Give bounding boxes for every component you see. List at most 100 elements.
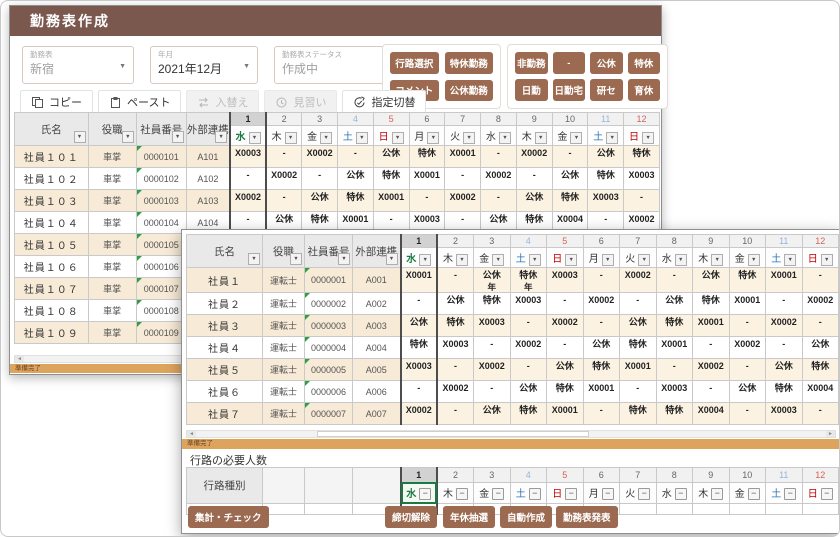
- filter-dropdown-button[interactable]: ▼: [638, 254, 650, 266]
- employee-id-cell[interactable]: 0000005: [305, 359, 353, 381]
- horizontal-scrollbar[interactable]: ◄ ►: [186, 430, 836, 438]
- filter-dropdown-button[interactable]: ▼: [642, 132, 654, 144]
- filter-dropdown-button[interactable]: ▼: [675, 254, 687, 266]
- shift-cell[interactable]: 特休: [656, 403, 693, 425]
- shift-cell[interactable]: 公休: [474, 403, 511, 425]
- filter-dropdown-button[interactable]: ▼: [419, 254, 431, 266]
- employee-role-cell[interactable]: 運転士: [263, 337, 305, 359]
- filter-dropdown-button[interactable]: ▼: [711, 254, 723, 266]
- shift-cell[interactable]: X0001: [729, 293, 766, 315]
- shift-cell[interactable]: -: [656, 359, 693, 381]
- filter-dropdown-button[interactable]: ▼: [290, 253, 302, 265]
- filter-dropdown-button[interactable]: ▼: [392, 132, 404, 144]
- shift-cell[interactable]: 公休: [302, 190, 338, 212]
- collapse-toggle[interactable]: −: [602, 488, 614, 500]
- filter-dropdown-button[interactable]: ▼: [386, 253, 398, 265]
- shift-cell[interactable]: -: [474, 381, 511, 403]
- filter-dropdown-button[interactable]: ▼: [74, 131, 86, 143]
- employee-name-cell[interactable]: 社員１: [187, 268, 263, 293]
- shift-cell[interactable]: -: [729, 359, 766, 381]
- employee-id-cell[interactable]: 0000109: [136, 322, 186, 344]
- shift-cell[interactable]: -: [337, 146, 373, 168]
- shift-cell[interactable]: X0002: [766, 315, 803, 337]
- employee-role-cell[interactable]: 運転士: [263, 315, 305, 337]
- shift-cell[interactable]: -: [620, 293, 657, 315]
- shift-cell[interactable]: -: [583, 403, 620, 425]
- external-id-cell[interactable]: A006: [353, 381, 401, 403]
- employee-id-cell[interactable]: 0000003: [305, 315, 353, 337]
- employee-id-cell[interactable]: 0000007: [305, 403, 353, 425]
- shift-cell[interactable]: 公休: [693, 268, 730, 293]
- shift-cell[interactable]: 特休: [656, 315, 693, 337]
- shift-cell[interactable]: 公休: [802, 337, 839, 359]
- scrollbar-thumb[interactable]: [317, 431, 589, 437]
- shift-cell[interactable]: X0003: [588, 190, 624, 212]
- filter-dropdown-button[interactable]: ▼: [248, 253, 260, 265]
- shift-cell[interactable]: 公休: [510, 381, 547, 403]
- employee-role-cell[interactable]: 運転士: [263, 293, 305, 315]
- shift-cell[interactable]: X0002: [547, 315, 584, 337]
- shift-cell[interactable]: 公休: [729, 381, 766, 403]
- shift-cell[interactable]: 公休: [547, 359, 584, 381]
- shift-cell[interactable]: -: [516, 168, 552, 190]
- shift-cell[interactable]: 特休: [624, 146, 660, 168]
- shift-cell[interactable]: X0002: [510, 337, 547, 359]
- shift-cell[interactable]: X0002: [437, 381, 474, 403]
- external-id-cell[interactable]: A007: [353, 403, 401, 425]
- external-id-cell[interactable]: A102: [186, 168, 230, 190]
- external-id-cell[interactable]: A003: [353, 315, 401, 337]
- shift-cell[interactable]: 特休: [766, 381, 803, 403]
- filter-dropdown-button[interactable]: ▼: [338, 253, 350, 265]
- shift-cell[interactable]: X0002: [445, 190, 481, 212]
- shift-cell[interactable]: 特休: [474, 293, 511, 315]
- field-schedule[interactable]: 勤務表新宿▼: [22, 46, 134, 84]
- scroll-left-arrow-icon[interactable]: ◄: [15, 356, 24, 362]
- employee-name-cell[interactable]: 社員５: [187, 359, 263, 381]
- filter-dropdown-button[interactable]: ▼: [463, 132, 475, 144]
- shift-cell[interactable]: X0002: [230, 190, 266, 212]
- field-month[interactable]: 年月2021年12月▼: [150, 46, 258, 84]
- employee-name-cell[interactable]: 社員１０９: [15, 322, 89, 344]
- special-holiday-work-button[interactable]: 特休勤務: [445, 52, 494, 74]
- shift-cell[interactable]: X0001: [583, 381, 620, 403]
- shift-cell[interactable]: -: [729, 315, 766, 337]
- unlock-deadline-button[interactable]: 締切解除: [385, 506, 437, 528]
- employee-role-cell[interactable]: 車掌: [88, 212, 136, 234]
- employee-name-cell[interactable]: 社員１０４: [15, 212, 89, 234]
- collapse-toggle[interactable]: −: [456, 488, 468, 500]
- employee-name-cell[interactable]: 社員１０２: [15, 168, 89, 190]
- public-holiday-button[interactable]: 公休: [590, 52, 622, 74]
- collapse-toggle[interactable]: −: [748, 488, 760, 500]
- employee-id-cell[interactable]: 0000105: [136, 234, 186, 256]
- employee-id-cell[interactable]: 0000103: [136, 190, 186, 212]
- annual-leave-lottery-button[interactable]: 年休抽選: [443, 506, 495, 528]
- shift-cell[interactable]: X0004: [802, 381, 839, 403]
- shift-cell[interactable]: X0004: [693, 403, 730, 425]
- shift-cell[interactable]: -: [583, 315, 620, 337]
- shift-cell[interactable]: -: [437, 403, 474, 425]
- toggle-assignment-button[interactable]: 指定切替: [342, 90, 426, 114]
- shift-cell[interactable]: 特休: [620, 403, 657, 425]
- shift-cell[interactable]: X0002: [583, 293, 620, 315]
- shift-cell[interactable]: X0001: [401, 268, 438, 293]
- shift-cell[interactable]: -: [401, 381, 438, 403]
- shift-cell[interactable]: -: [547, 337, 584, 359]
- shift-cell[interactable]: X0002: [401, 403, 438, 425]
- employee-name-cell[interactable]: 社員１０７: [15, 278, 89, 300]
- shift-cell[interactable]: X0002: [516, 146, 552, 168]
- shift-cell[interactable]: -: [802, 315, 839, 337]
- collapse-toggle[interactable]: −: [711, 488, 723, 500]
- shift-cell[interactable]: X0003: [437, 337, 474, 359]
- shift-cell[interactable]: 公休: [373, 146, 409, 168]
- external-id-cell[interactable]: A005: [353, 359, 401, 381]
- employee-role-cell[interactable]: 車掌: [88, 168, 136, 190]
- shift-cell[interactable]: -: [510, 315, 547, 337]
- employee-id-cell[interactable]: 0000006: [305, 381, 353, 403]
- shift-cell[interactable]: -: [624, 190, 660, 212]
- external-id-cell[interactable]: A103: [186, 190, 230, 212]
- employee-role-cell[interactable]: 運転士: [263, 359, 305, 381]
- shift-cell[interactable]: 公休: [656, 293, 693, 315]
- employee-role-cell[interactable]: 運転士: [263, 403, 305, 425]
- external-id-cell[interactable]: A002: [353, 293, 401, 315]
- shift-cell[interactable]: 公休: [337, 168, 373, 190]
